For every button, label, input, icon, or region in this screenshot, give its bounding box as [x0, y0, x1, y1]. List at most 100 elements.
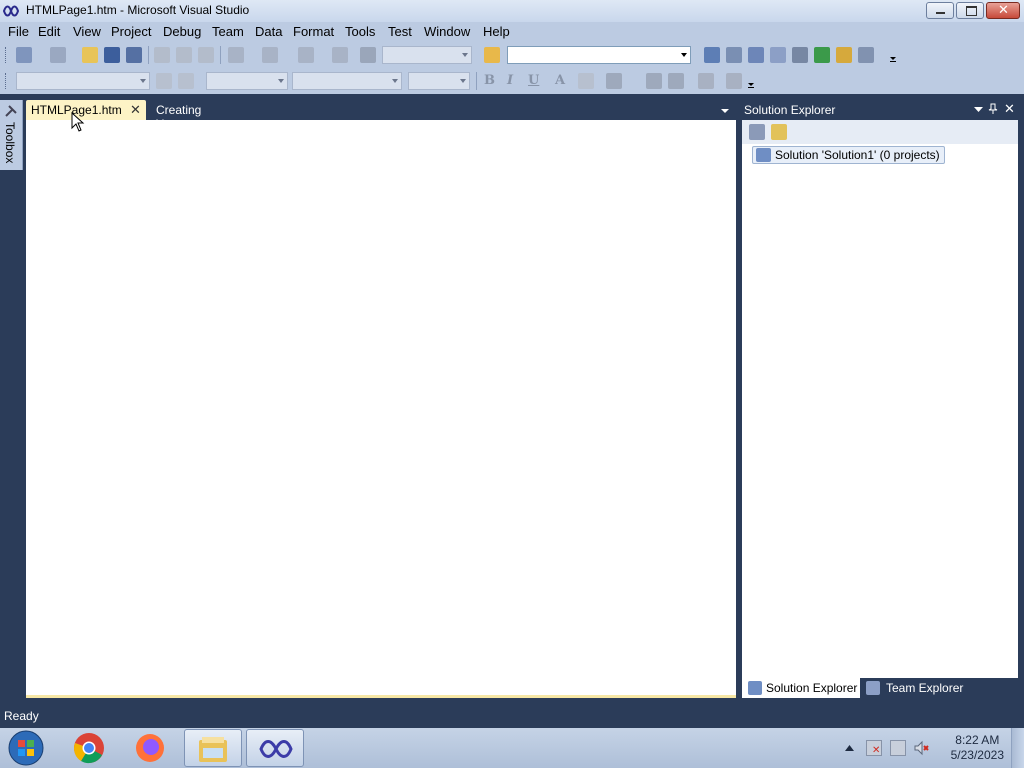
object-browser-icon[interactable]: [770, 47, 786, 63]
menu-edit[interactable]: Edit: [38, 24, 60, 39]
solution-node[interactable]: Solution 'Solution1' (0 projects): [752, 146, 945, 164]
document-tab-strip: HTMLPage1.htm ✕ Creating Your First...on…: [26, 100, 738, 187]
menu-window[interactable]: Window: [424, 24, 470, 39]
find-in-files-icon[interactable]: [484, 47, 500, 63]
start-debugging-icon[interactable]: [360, 47, 376, 63]
menu-debug[interactable]: Debug: [163, 24, 201, 39]
toolbar-options-icon[interactable]: [746, 73, 756, 89]
window-position-icon[interactable]: [974, 106, 983, 113]
menu-tools[interactable]: Tools: [345, 24, 375, 39]
navigate-backward-icon[interactable]: [298, 47, 314, 63]
file-explorer-icon: [199, 737, 227, 762]
visual-studio-logo-icon: [3, 5, 19, 17]
bullets-icon[interactable]: [646, 73, 662, 89]
target-rule-dropdown[interactable]: [206, 72, 288, 90]
menu-file[interactable]: File: [8, 24, 29, 39]
formatting-toolbar: B I U A: [0, 68, 1024, 94]
action-center-icon[interactable]: ✕: [866, 740, 882, 756]
editor-area[interactable]: [26, 120, 736, 698]
toolbox-tab[interactable]: Toolbox: [0, 100, 23, 170]
find-combo[interactable]: [507, 46, 691, 64]
menu-data[interactable]: Data: [255, 24, 282, 39]
start-page-icon[interactable]: [814, 47, 830, 63]
add-item-icon[interactable]: [50, 47, 66, 63]
solution-explorer-header: Solution Explorer ✕: [742, 100, 1018, 120]
background-color-icon[interactable]: [726, 73, 742, 89]
toolbar-options-icon[interactable]: [888, 47, 898, 63]
taskbar-file-explorer[interactable]: [184, 729, 242, 767]
undo-icon[interactable]: [228, 47, 244, 63]
close-button[interactable]: ✕: [986, 2, 1020, 19]
close-icon: ✕: [998, 2, 1009, 17]
open-file-icon[interactable]: [82, 47, 98, 63]
tab-label: Team Explorer: [886, 681, 964, 695]
mouse-cursor-icon: [71, 112, 85, 132]
font-color-icon[interactable]: A: [555, 73, 565, 88]
taskbar-visual-studio[interactable]: [246, 729, 304, 767]
tab-solution-explorer[interactable]: Solution Explorer: [742, 678, 860, 698]
cut-icon[interactable]: [154, 47, 170, 63]
show-hidden-icons-icon[interactable]: [845, 745, 854, 751]
redo-icon[interactable]: [262, 47, 278, 63]
properties-icon[interactable]: [748, 47, 764, 63]
show-desktop-button[interactable]: [1011, 728, 1024, 768]
volume-muted-icon[interactable]: [914, 740, 930, 756]
chrome-icon: [74, 733, 104, 764]
highlight-icon[interactable]: [578, 73, 594, 89]
navigate-forward-icon[interactable]: [332, 47, 348, 63]
restore-icon: [966, 6, 977, 16]
numbering-icon[interactable]: [668, 73, 684, 89]
close-panel-icon[interactable]: ✕: [1004, 101, 1015, 117]
clock-time: 8:22 AM: [955, 733, 1000, 747]
toolbar-separator: [476, 72, 477, 90]
close-tab-icon[interactable]: ✕: [130, 102, 141, 118]
foreground-color-icon[interactable]: [698, 73, 714, 89]
solution-explorer-icon[interactable]: [726, 47, 742, 63]
menu-help[interactable]: Help: [483, 24, 510, 39]
title-bar: HTMLPage1.htm - Microsoft Visual Studio …: [0, 0, 1024, 22]
standard-toolbar: [0, 42, 1024, 68]
target-rule-icon[interactable]: [178, 73, 194, 89]
toolbar-grip[interactable]: [5, 47, 9, 63]
pin-icon[interactable]: [988, 103, 998, 115]
solution-explorer-tabs: Solution Explorer Team Explorer: [742, 678, 1018, 700]
show-all-files-icon[interactable]: [771, 124, 787, 140]
font-size-dropdown[interactable]: [408, 72, 470, 90]
find-icon[interactable]: [704, 47, 720, 63]
save-icon[interactable]: [104, 47, 120, 63]
save-all-icon[interactable]: [126, 47, 142, 63]
visual-studio-icon: [259, 740, 293, 758]
toolbar-grip[interactable]: [5, 73, 9, 89]
bold-icon[interactable]: B: [484, 73, 495, 88]
tab-list-dropdown-icon[interactable]: [720, 107, 730, 115]
taskbar-firefox[interactable]: [121, 729, 179, 767]
menu-view[interactable]: View: [73, 24, 101, 39]
network-icon[interactable]: [890, 740, 906, 756]
paste-icon[interactable]: [198, 47, 214, 63]
start-orb-icon[interactable]: [6, 729, 46, 767]
menu-project[interactable]: Project: [111, 24, 151, 39]
menu-team[interactable]: Team: [212, 24, 244, 39]
font-name-dropdown[interactable]: [292, 72, 402, 90]
command-window-icon[interactable]: [858, 47, 874, 63]
menu-format[interactable]: Format: [293, 24, 334, 39]
block-format-dropdown[interactable]: [16, 72, 150, 90]
new-project-icon[interactable]: [16, 47, 32, 63]
copy-icon[interactable]: [176, 47, 192, 63]
underline-icon[interactable]: U: [528, 73, 539, 88]
toolbox-icon[interactable]: [792, 47, 808, 63]
properties-icon[interactable]: [749, 124, 765, 140]
restore-button[interactable]: [956, 2, 984, 19]
taskbar-chrome[interactable]: [60, 729, 118, 767]
system-clock[interactable]: 8:22 AM 5/23/2023: [951, 733, 1004, 763]
minimize-button[interactable]: [926, 2, 954, 19]
extension-manager-icon[interactable]: [836, 47, 852, 63]
tab-htmlpage1[interactable]: HTMLPage1.htm ✕: [26, 100, 146, 120]
menu-test[interactable]: Test: [388, 24, 412, 39]
minimize-icon: [936, 12, 945, 14]
style-application-icon[interactable]: [156, 73, 172, 89]
italic-icon[interactable]: I: [507, 73, 513, 88]
solution-configuration-dropdown[interactable]: [382, 46, 472, 64]
alignment-icon[interactable]: [606, 73, 622, 89]
status-bar: Ready: [0, 704, 1024, 728]
